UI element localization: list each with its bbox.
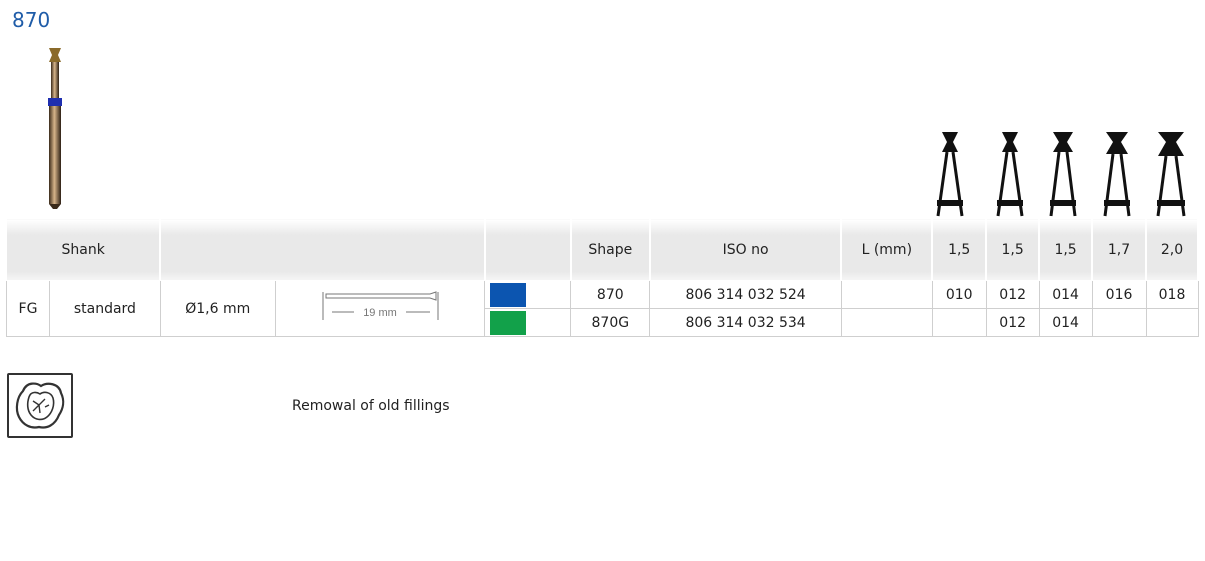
header-length: L (mm) [840,218,934,281]
table-row: FG standard Ø1,6 mm 19 mm 870 806 314 03… [6,280,1199,337]
shank-variant-cell: standard [48,280,161,337]
iso-cell: 806 314 032 524 [649,280,842,309]
table-header-row: Shank Shape ISO no L (mm) 1,5 1,5 1,5 1,… [6,218,1199,281]
header-size: 1,5 [1038,218,1094,281]
shank-length-label: 19 mm [363,307,397,319]
indication-text: Remowal of old fillings [292,398,450,414]
shape-cell: 870 [570,280,651,309]
header-size: 2,0 [1145,218,1199,281]
size-cell: 010 [931,280,987,309]
bur-shape-icon-5 [1156,132,1186,217]
size-cell [1145,308,1199,337]
bur-shape-icon-3 [1049,132,1077,217]
color-swatch-cell [484,280,572,309]
header-shank: Shank [6,218,162,281]
green-color-swatch [490,310,527,335]
size-cell: 016 [1091,280,1147,309]
product-title: 870 [12,8,51,32]
size-cell: 012 [985,308,1040,337]
header-size: 1,5 [985,218,1041,281]
size-cell: 014 [1038,308,1093,337]
header-blank [159,218,486,281]
iso-cell: 806 314 032 534 [649,308,842,337]
header-size: 1,7 [1091,218,1147,281]
size-cell: 012 [985,280,1040,309]
header-shape: Shape [570,218,651,281]
diameter-cell: Ø1,6 mm [159,280,276,337]
tooth-filling-icon [7,373,73,438]
size-cell: 018 [1145,280,1199,309]
header-iso: ISO no [649,218,843,281]
bur-shape-icon-1 [936,132,964,217]
shank-type-cell: FG [6,280,50,337]
header-color-blank [484,218,572,281]
header-size: 1,5 [931,218,988,281]
bur-shape-diagrams [936,132,1186,217]
size-cell [931,308,987,337]
shape-cell: 870G [570,308,651,337]
blue-color-swatch [490,282,527,307]
bur-shape-icon-2 [996,132,1024,217]
bur-shape-icon-4 [1103,132,1131,217]
length-cell [840,308,933,337]
color-swatch-cell [484,308,572,337]
length-cell [840,280,933,309]
size-cell [1091,308,1147,337]
bur-image [48,48,62,209]
shank-drawing-cell: 19 mm [274,280,486,337]
size-cell: 014 [1038,280,1093,309]
shank-measure-diagram: 19 mm [322,290,439,320]
spec-table: Shank Shape ISO no L (mm) 1,5 1,5 1,5 1,… [6,218,1199,337]
